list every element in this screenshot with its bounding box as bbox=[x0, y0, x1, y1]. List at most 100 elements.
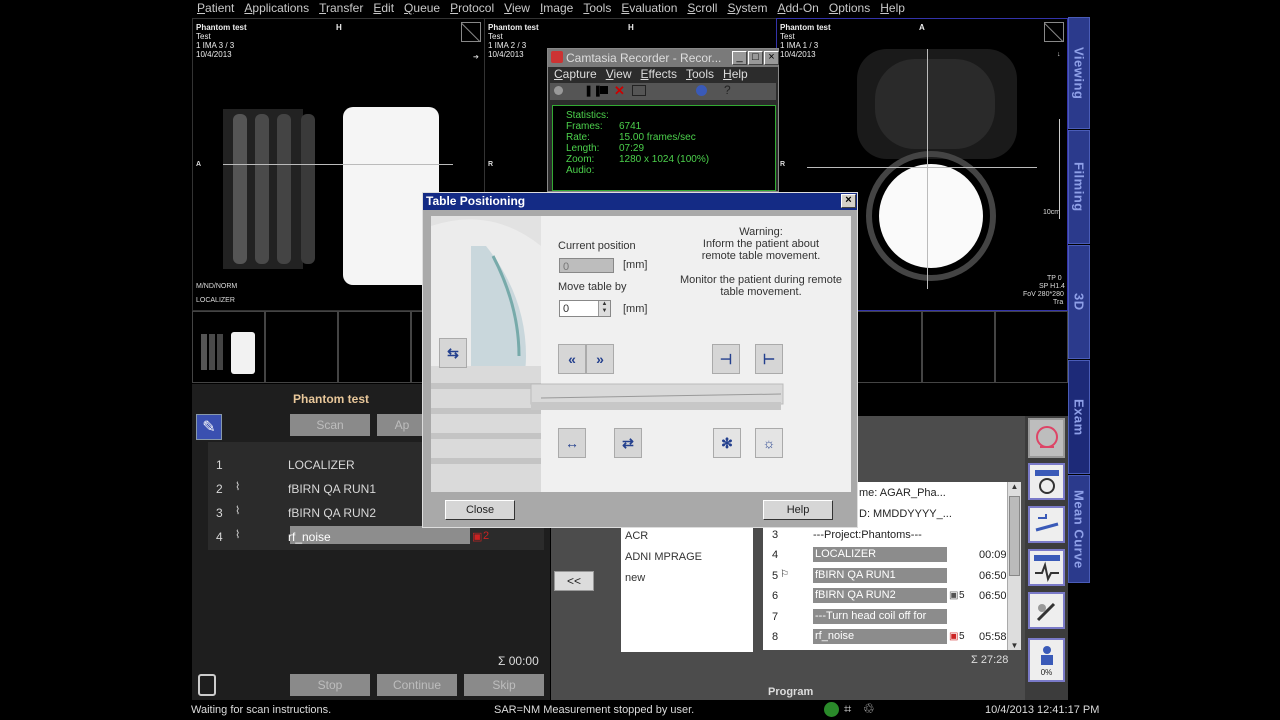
program-row[interactable]: 7 ---Turn head coil off for rf_... bbox=[767, 608, 1007, 637]
menu-patient[interactable]: Patient bbox=[192, 0, 239, 17]
apply-button[interactable]: Ap bbox=[377, 414, 427, 436]
table-center-icon[interactable]: ⇆ bbox=[439, 338, 467, 368]
warning-line-3: Monitor the patient during remote bbox=[679, 274, 843, 286]
tab-mean-curve[interactable]: Mean Curve bbox=[1068, 475, 1090, 583]
pen-icon[interactable]: ✎ bbox=[196, 414, 222, 440]
camtasia-app-icon bbox=[551, 51, 563, 63]
scroll-up-icon[interactable]: ▲ bbox=[1008, 482, 1021, 491]
menu-add-on[interactable]: Add-On bbox=[772, 0, 823, 17]
menu-edit[interactable]: Edit bbox=[368, 0, 399, 17]
delete-icon[interactable]: ✕ bbox=[614, 83, 625, 99]
program-row-time: 05:58 bbox=[979, 631, 1007, 643]
menu-evaluation[interactable]: Evaluation bbox=[616, 0, 682, 17]
stop-button[interactable]: Stop bbox=[290, 674, 370, 696]
stop-icon[interactable] bbox=[600, 86, 608, 94]
thumbnail-6[interactable] bbox=[849, 311, 922, 383]
camtasia-menu-help[interactable]: Help bbox=[723, 67, 748, 83]
thumbnail-1[interactable] bbox=[192, 311, 265, 383]
menu-applications[interactable]: Applications bbox=[239, 0, 314, 17]
patient-position-icon[interactable]: 0% bbox=[1028, 638, 1065, 682]
table-back-button[interactable]: « bbox=[558, 344, 586, 374]
program-row[interactable]: 3 ---Project:Phantoms--- bbox=[767, 526, 1007, 545]
thumbnail-2[interactable] bbox=[265, 311, 338, 383]
close-button[interactable]: × bbox=[764, 51, 779, 65]
tab-exam[interactable]: Exam bbox=[1068, 360, 1090, 474]
menu-image[interactable]: Image bbox=[535, 0, 578, 17]
menu-view[interactable]: View bbox=[499, 0, 535, 17]
program-row[interactable]: 8 rf_noise ▣ 5 05:58 bbox=[767, 628, 1007, 647]
thumb-1-image bbox=[201, 332, 255, 374]
maximize-button[interactable]: □ bbox=[748, 51, 763, 65]
skip-button[interactable]: Skip bbox=[464, 674, 544, 696]
stat-value: 15.00 frames/sec bbox=[619, 132, 696, 143]
trash-icon[interactable] bbox=[198, 674, 216, 696]
camtasia-titlebar[interactable]: Camtasia Recorder - Recor... _ □ × bbox=[548, 49, 779, 67]
menu-scroll[interactable]: Scroll bbox=[682, 0, 722, 17]
status-middle: SAR=NM Measurement stopped by user. bbox=[494, 704, 695, 716]
webcam-icon[interactable] bbox=[696, 85, 707, 96]
protocol-tree-item[interactable]: ADNI MPRAGE bbox=[625, 551, 702, 563]
protocol-tree-item[interactable]: new bbox=[625, 572, 645, 584]
camtasia-menu-capture[interactable]: Capture bbox=[554, 67, 597, 83]
protocol-tree-item[interactable]: ACR bbox=[625, 530, 648, 542]
move-table-unit: [mm] bbox=[623, 303, 648, 315]
help-icon[interactable]: ? bbox=[724, 83, 731, 97]
minimize-button[interactable]: _ bbox=[732, 51, 747, 65]
menu-queue[interactable]: Queue bbox=[399, 0, 445, 17]
table-home-icon[interactable]: ⊣ bbox=[712, 344, 740, 374]
head-coil-icon[interactable] bbox=[1028, 463, 1065, 500]
head-tool-icon[interactable] bbox=[1028, 418, 1065, 458]
move-table-spinner[interactable]: ▲ ▼ bbox=[598, 301, 610, 316]
thumbnail-7[interactable] bbox=[922, 311, 995, 383]
thumbnail-8[interactable] bbox=[995, 311, 1068, 383]
table-move-both-icon[interactable]: ⇄ bbox=[614, 428, 642, 458]
ecg-monitor-icon[interactable] bbox=[1028, 549, 1065, 586]
scroll-down-icon[interactable]: ▼ bbox=[1008, 641, 1021, 650]
fan-icon[interactable]: ✻ bbox=[713, 428, 741, 458]
dialog-titlebar[interactable]: Table Positioning × bbox=[423, 193, 857, 210]
menu-system[interactable]: System bbox=[722, 0, 772, 17]
thumbnail-3[interactable] bbox=[338, 311, 411, 383]
continue-button[interactable]: Continue bbox=[377, 674, 457, 696]
stat-label: Zoom: bbox=[566, 154, 595, 165]
vp3-corner-marker[interactable] bbox=[1044, 22, 1064, 42]
tab-viewing-label: Viewing bbox=[1071, 46, 1087, 100]
tab-viewing[interactable]: Viewing bbox=[1068, 17, 1090, 129]
vp1-corner-marker[interactable] bbox=[461, 22, 481, 42]
camtasia-menu-tools[interactable]: Tools bbox=[686, 67, 714, 83]
move-table-input[interactable]: 0 ▲ ▼ bbox=[559, 300, 611, 317]
collapse-button[interactable]: << bbox=[554, 571, 594, 591]
menu-transfer[interactable]: Transfer bbox=[314, 0, 368, 17]
camtasia-menu-effects[interactable]: Effects bbox=[641, 67, 677, 83]
region-icon[interactable] bbox=[632, 85, 646, 96]
program-row-text: ---Project:Phantoms--- bbox=[813, 529, 922, 541]
help-button[interactable]: Help bbox=[763, 500, 833, 520]
table-out-icon[interactable]: ⊢ bbox=[755, 344, 783, 374]
vp3-sp: SP H1.4 bbox=[1039, 283, 1065, 290]
program-row-number: 8 bbox=[772, 631, 779, 643]
tab-3d[interactable]: 3D bbox=[1068, 245, 1090, 359]
light-icon[interactable]: ☼ bbox=[755, 428, 783, 458]
program-row[interactable]: 5 ⚐ fBIRN QA RUN1 06:50 bbox=[767, 567, 1007, 586]
dialog-close-icon[interactable]: × bbox=[841, 194, 856, 208]
camtasia-menu-view[interactable]: View bbox=[606, 67, 632, 83]
program-scrollbar[interactable]: ▲ ▼ bbox=[1007, 482, 1021, 650]
vp3-sub: Test bbox=[780, 32, 795, 41]
close-button[interactable]: Close bbox=[445, 500, 515, 520]
table-forward-button[interactable]: » bbox=[586, 344, 614, 374]
menu-protocol[interactable]: Protocol bbox=[445, 0, 499, 17]
menu-tools[interactable]: Tools bbox=[578, 0, 616, 17]
scan-button[interactable]: Scan bbox=[290, 414, 370, 436]
table-move-icon[interactable] bbox=[1028, 506, 1065, 543]
scroll-thumb[interactable] bbox=[1009, 496, 1020, 576]
program-row[interactable]: 4 LOCALIZER 00:09 bbox=[767, 546, 1007, 565]
menu-options[interactable]: Options bbox=[824, 0, 875, 17]
tab-mean-curve-label: Mean Curve bbox=[1071, 489, 1087, 569]
menu-help[interactable]: Help bbox=[875, 0, 910, 17]
record-icon[interactable] bbox=[554, 86, 563, 95]
program-row-time: 00:09 bbox=[979, 549, 1007, 561]
table-isocenter-icon[interactable]: ↔ bbox=[558, 428, 586, 458]
program-row[interactable]: 6 fBIRN QA RUN2 ▣ 5 06:50 bbox=[767, 587, 1007, 606]
injector-icon[interactable] bbox=[1028, 592, 1065, 629]
tab-filming[interactable]: Filming bbox=[1068, 130, 1090, 244]
